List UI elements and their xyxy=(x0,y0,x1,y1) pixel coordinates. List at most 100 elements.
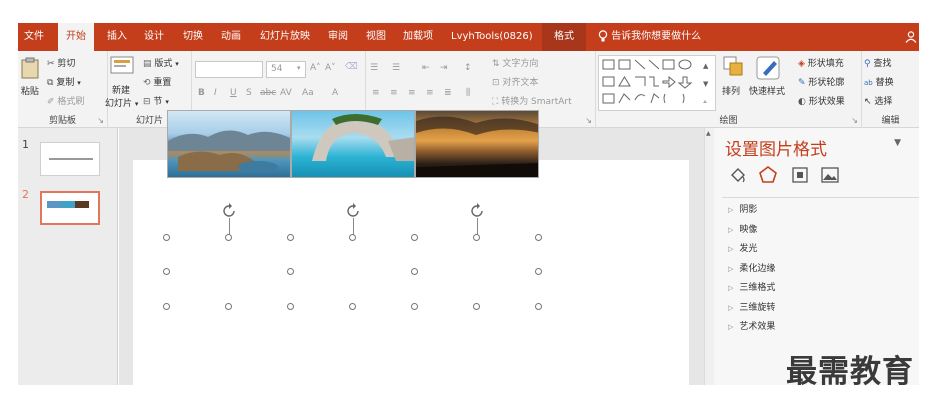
rotate-handle-icon[interactable] xyxy=(469,203,485,219)
dialog-launcher-icon[interactable]: ↘ xyxy=(97,116,104,125)
fill-line-icon[interactable] xyxy=(728,165,748,185)
new-slide-button[interactable]: 幻灯片 ▾ xyxy=(105,96,138,109)
font-name-input[interactable] xyxy=(195,61,263,78)
tab-insert[interactable]: 插入 xyxy=(107,23,127,51)
layout-button[interactable]: ▤ 版式 ▾ xyxy=(143,56,179,69)
tab-animations[interactable]: 动画 xyxy=(221,23,241,51)
resize-handle[interactable] xyxy=(411,268,418,275)
effects-icon[interactable] xyxy=(758,165,778,185)
resize-handle[interactable] xyxy=(473,234,480,241)
rotate-handle-icon[interactable] xyxy=(221,203,237,219)
dialog-launcher-icon[interactable]: ↘ xyxy=(851,116,858,125)
section-button[interactable]: ⊟ 节 ▾ xyxy=(143,94,169,107)
align-left-icon[interactable]: ≡ xyxy=(372,88,380,98)
tell-me-search[interactable]: 告诉我你想要做什么 xyxy=(598,23,701,51)
arrange-button[interactable]: 排列 xyxy=(722,84,740,97)
quick-styles-button[interactable]: 快速样式 xyxy=(749,84,785,97)
justify-icon[interactable]: ≡ xyxy=(426,88,434,98)
resize-handle[interactable] xyxy=(225,234,232,241)
shape-effects-button[interactable]: ◐ 形状效果 xyxy=(798,94,845,107)
effect-section-0[interactable]: ▷ 阴影 xyxy=(728,202,757,215)
paste-clipboard-icon-wrap[interactable] xyxy=(21,57,39,82)
find-button[interactable]: ⚲ 查找 xyxy=(864,56,891,69)
font-color-icon[interactable]: A xyxy=(332,88,338,98)
char-spacing-icon[interactable]: AV xyxy=(280,88,292,98)
shape-outline-button[interactable]: ✎ 形状轮廓 xyxy=(798,75,844,88)
tab-home[interactable]: 开始 xyxy=(58,23,94,51)
tab-view[interactable]: 视图 xyxy=(366,23,386,51)
picture-sunset-clouds[interactable] xyxy=(415,110,539,178)
bold-icon[interactable]: B xyxy=(198,88,205,98)
shape-fill-button[interactable]: ◈ 形状填充 xyxy=(798,56,844,69)
shrink-font-icon[interactable]: A˅ xyxy=(325,63,336,73)
scroll-up-icon[interactable]: ▲ xyxy=(706,130,711,137)
change-case-icon[interactable]: Aa xyxy=(302,88,314,98)
new-slide-label-1[interactable]: 新建 xyxy=(112,83,130,96)
effect-section-2[interactable]: ▷ 发光 xyxy=(728,241,757,254)
reset-button[interactable]: ⟲ 重置 xyxy=(143,75,171,88)
size-properties-icon[interactable] xyxy=(790,165,810,185)
grow-font-icon[interactable]: A˄ xyxy=(310,63,321,73)
bullets-icon[interactable]: ☰ xyxy=(370,63,378,73)
effect-section-5[interactable]: ▷ 三维旋转 xyxy=(728,300,775,313)
smartart-button[interactable]: ⛶ 转换为 SmartArt xyxy=(492,94,572,107)
shapes-gallery[interactable]: ▲ ▼ ⩡ xyxy=(598,55,716,111)
align-text-button[interactable]: ⊡ 对齐文本 xyxy=(492,75,538,88)
select-button[interactable]: ↖ 选择 xyxy=(864,94,892,107)
tab-format[interactable]: 格式 xyxy=(542,23,586,51)
tab-file[interactable]: 文件 xyxy=(24,23,44,51)
increase-indent-icon[interactable]: ⇥ xyxy=(440,63,448,73)
picture-coast-rocks[interactable] xyxy=(167,110,291,178)
slide-thumbnail-1[interactable] xyxy=(40,142,100,176)
tab-design[interactable]: 设计 xyxy=(144,23,164,51)
align-center-icon[interactable]: ≡ xyxy=(390,88,398,98)
resize-handle[interactable] xyxy=(411,234,418,241)
columns-icon[interactable]: ⫼ xyxy=(466,88,470,98)
effect-section-6[interactable]: ▷ 艺术效果 xyxy=(728,319,775,332)
resize-handle[interactable] xyxy=(163,268,170,275)
format-painter-button[interactable]: ✐ 格式刷 xyxy=(47,94,84,107)
vertical-scrollbar[interactable]: ▲ xyxy=(704,128,714,385)
slide-thumbnail-2[interactable] xyxy=(40,191,100,225)
resize-handle[interactable] xyxy=(535,234,542,241)
paste-button[interactable]: 粘贴 xyxy=(18,84,39,97)
tab-review[interactable]: 审阅 xyxy=(328,23,348,51)
resize-handle[interactable] xyxy=(163,234,170,241)
italic-icon[interactable]: I xyxy=(214,88,217,98)
underline-icon[interactable]: U xyxy=(230,88,237,98)
resize-handle[interactable] xyxy=(473,303,480,310)
strikethrough-icon[interactable]: abc xyxy=(260,88,276,98)
cut-button[interactable]: ✂ 剪切 xyxy=(47,56,75,69)
resize-handle[interactable] xyxy=(411,303,418,310)
resize-handle[interactable] xyxy=(535,268,542,275)
tab-transitions[interactable]: 切换 xyxy=(183,23,203,51)
resize-handle[interactable] xyxy=(287,268,294,275)
share-button[interactable] xyxy=(905,23,917,51)
effect-section-1[interactable]: ▷ 映像 xyxy=(728,222,757,235)
shadow-icon[interactable]: S xyxy=(246,88,252,98)
tab-slideshow[interactable]: 幻灯片放映 xyxy=(260,23,310,51)
arrange-icon-wrap[interactable] xyxy=(722,55,746,82)
resize-handle[interactable] xyxy=(287,303,294,310)
picture-sea-arch[interactable] xyxy=(291,110,415,178)
clear-format-icon[interactable]: ⌫ xyxy=(345,62,358,72)
resize-handle[interactable] xyxy=(349,234,356,241)
numbering-icon[interactable]: ☰ xyxy=(392,63,400,73)
quick-styles-icon-wrap[interactable] xyxy=(755,55,783,84)
effect-section-4[interactable]: ▷ 三维格式 xyxy=(728,280,775,293)
resize-handle[interactable] xyxy=(163,303,170,310)
replace-button[interactable]: ab 替换 xyxy=(864,75,894,88)
tab-lvyhtools[interactable]: LvyhTools(0826) xyxy=(451,23,533,51)
tab-addins[interactable]: 加载项 xyxy=(403,23,433,51)
resize-handle[interactable] xyxy=(225,303,232,310)
copy-button[interactable]: ⧉ 复制 ▾ xyxy=(47,75,81,88)
resize-handle[interactable] xyxy=(349,303,356,310)
resize-handle[interactable] xyxy=(287,234,294,241)
picture-icon[interactable] xyxy=(820,165,840,185)
effect-section-3[interactable]: ▷ 柔化边缘 xyxy=(728,261,775,274)
line-spacing-icon[interactable]: ↕ xyxy=(464,63,472,73)
rotate-handle-icon[interactable] xyxy=(345,203,361,219)
decrease-indent-icon[interactable]: ⇤ xyxy=(422,63,430,73)
pane-options-icon[interactable]: ▼ xyxy=(894,138,901,148)
resize-handle[interactable] xyxy=(535,303,542,310)
